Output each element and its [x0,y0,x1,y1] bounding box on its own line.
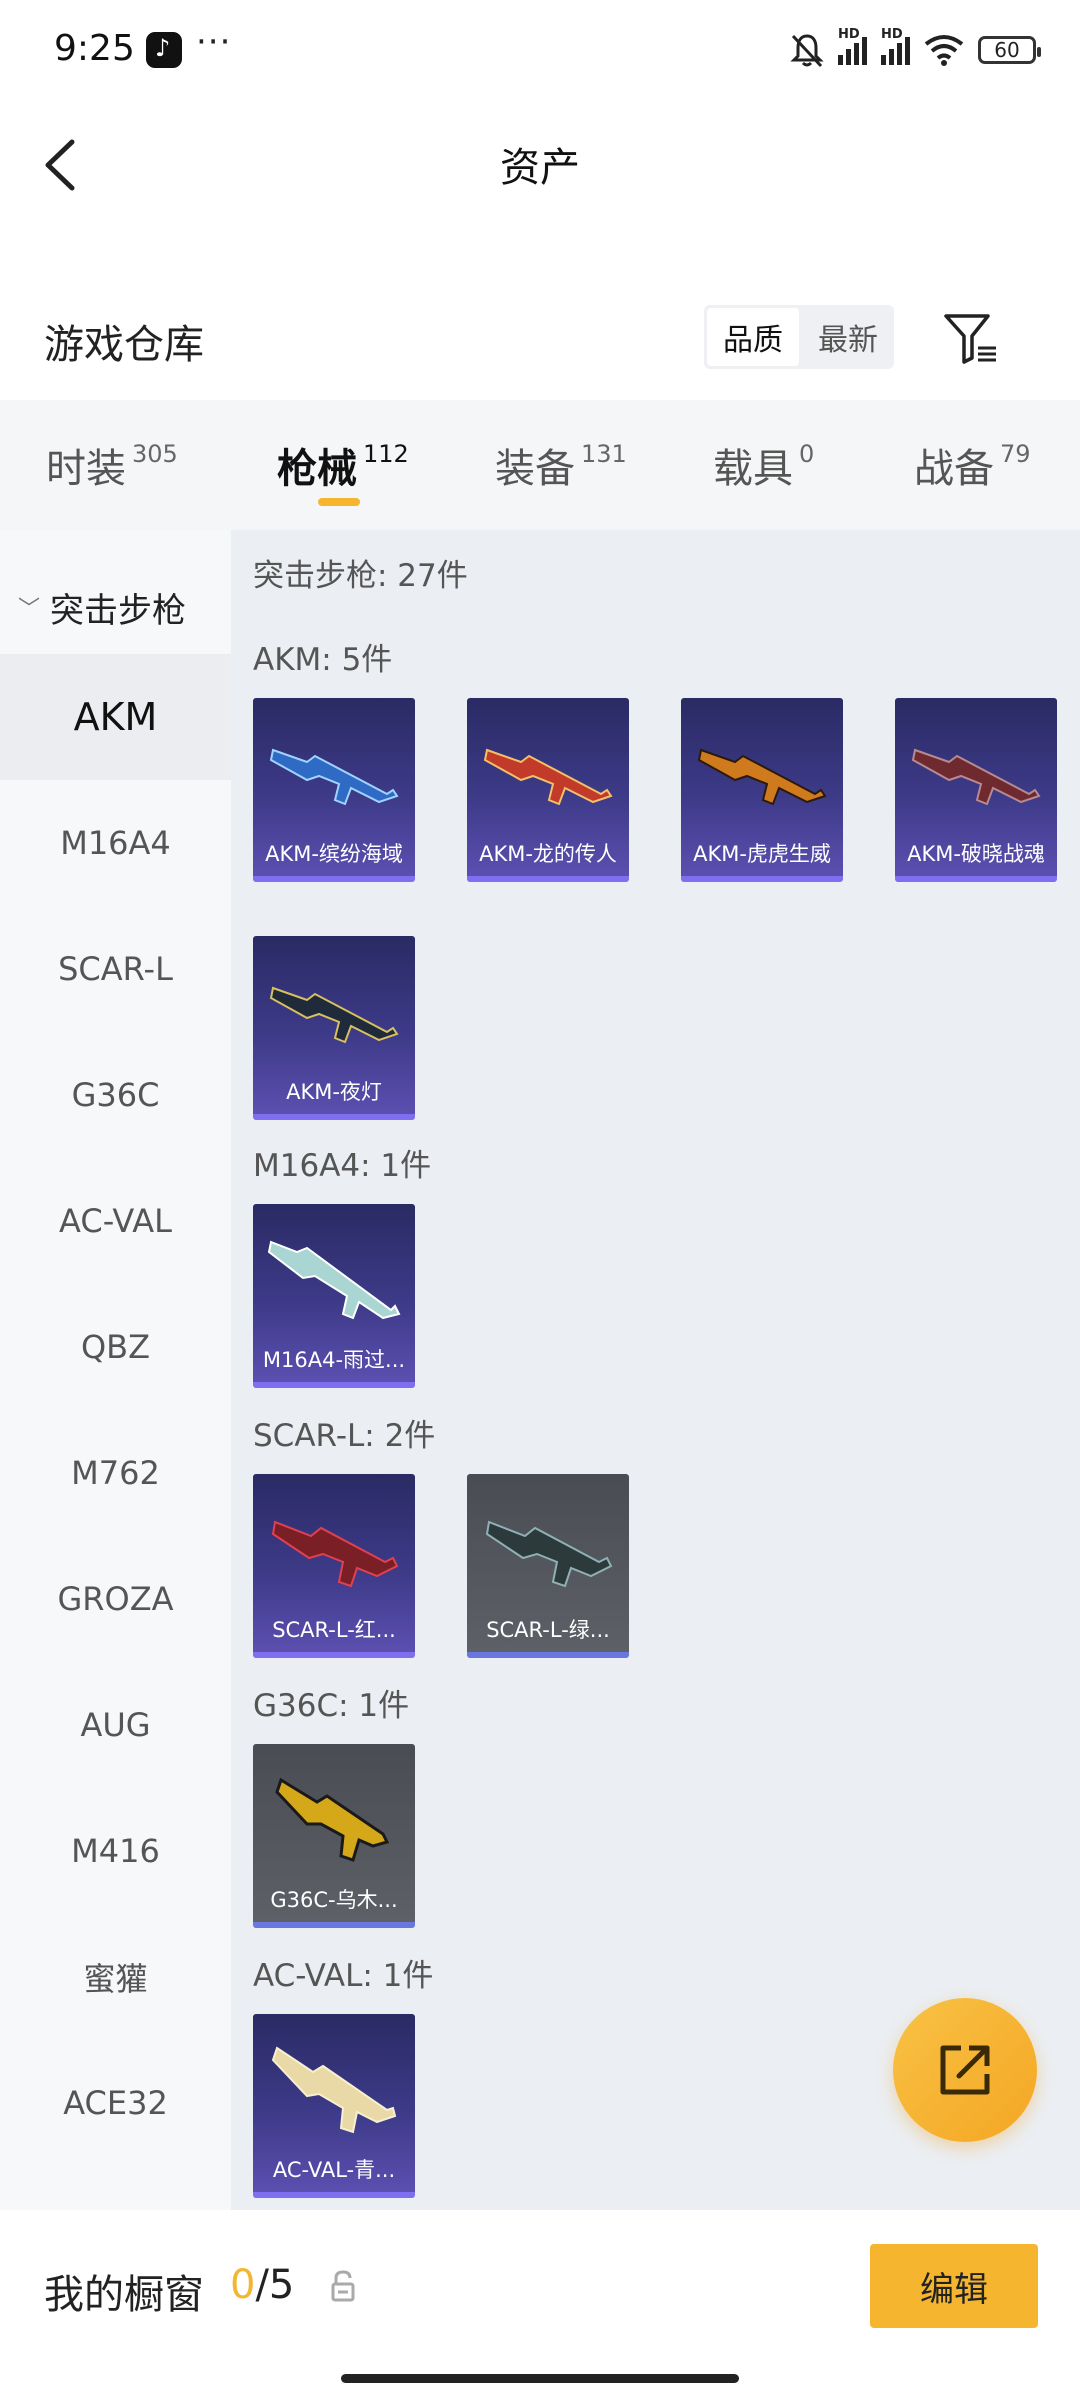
sidebar-item-scar-l[interactable]: SCAR-L [0,906,231,1032]
weapon-name: AKM-夜灯 [286,1080,382,1104]
weapon-name: AC-VAL-青... [272,2158,396,2182]
more-notifications-icon: ··· [196,22,232,62]
sidebar-item-ace32[interactable]: ACE32 [0,2040,231,2166]
weapon-grid: 突击步枪: 27件 AKM: 5件 AKM-缤纷海域 AKM-龙的传人 AKM-… [231,530,1080,2210]
rifle-skin-icon [697,748,827,806]
rifle-skin-icon [485,1520,613,1588]
rifle-skin-icon [483,748,613,806]
rifle-skin-icon [267,1240,401,1320]
home-indicator[interactable] [341,2374,739,2383]
category-tabs: 时装 305 枪械 112 装备 131 载具 0 战备 79 [0,400,1080,530]
rifle-skin-icon [271,2046,397,2134]
rifle-skin-icon [275,1777,390,1862]
sidebar-group-label: 突击步枪 [50,590,187,631]
sidebar-item-qbz[interactable]: QBZ [0,1284,231,1410]
chevron-down-icon: ﹀ [18,597,41,622]
weapon-card[interactable]: M16A4-雨过... [253,1204,415,1388]
battery-icon: 60 [978,36,1041,64]
group-label-scar-l: SCAR-L: 2件 [253,1418,436,1454]
weapon-name: G36C-乌木... [270,1888,398,1912]
group-label-akm: AKM: 5件 [253,642,393,678]
active-tab-indicator [318,498,360,506]
weapon-card[interactable]: SCAR-L-绿... [467,1474,629,1658]
sidebar-item-m16a4[interactable]: M16A4 [0,780,231,906]
tab-fashion[interactable]: 时装 305 [46,436,178,494]
sidebar-item-honey-badger[interactable]: 蜜獾 [0,1914,231,2040]
group-label-g36c: G36C: 1件 [253,1688,410,1724]
weapon-name: SCAR-L-绿... [486,1618,610,1642]
wifi-icon [924,35,964,66]
tab-combat-supplies[interactable]: 战备 79 [914,436,1031,494]
status-bar: 9:25 ··· HD HD 60 [0,0,1080,100]
status-icons: HD HD 60 [790,27,1041,72]
weapon-card[interactable]: AKM-虎虎生威 [681,698,843,882]
sidebar-item-groza[interactable]: GROZA [0,1536,231,1662]
sort-quality-button[interactable]: 品质 [707,308,799,366]
group-label-m16a4: M16A4: 1件 [253,1148,432,1184]
weapon-name: AKM-破晓战魂 [907,842,1045,866]
weapon-name: AKM-缤纷海域 [265,842,403,866]
rifle-skin-icon [911,748,1041,806]
tab-equipment[interactable]: 装备 131 [495,436,627,494]
sidebar-item-m762[interactable]: M762 [0,1410,231,1536]
weapon-card[interactable]: AKM-缤纷海域 [253,698,415,882]
showcase-count: 0/5 [230,2262,295,2308]
edit-button[interactable]: 编辑 [870,2244,1038,2328]
section-title: 游戏仓库 [44,322,204,368]
rifle-skin-icon [269,986,399,1044]
tab-vehicles[interactable]: 载具 0 [713,436,814,494]
weapon-name: M16A4-雨过... [262,1348,406,1372]
weapon-type-sidebar: ﹀ 突击步枪 AKM M16A4 SCAR-L G36C AC-VAL QBZ … [0,530,231,2210]
page-title: 资产 [500,145,580,191]
mute-bell-icon [790,34,824,68]
sidebar-group-assault-rifles[interactable]: ﹀ 突击步枪 [0,562,231,652]
sort-toggle[interactable]: 品质 最新 [704,305,894,369]
weapon-card[interactable]: SCAR-L-红... [253,1474,415,1658]
share-button[interactable] [893,1998,1037,2142]
weapon-card[interactable]: AKM-夜灯 [253,936,415,1120]
weapon-card[interactable]: AKM-龙的传人 [467,698,629,882]
tiktok-icon [146,32,182,68]
category-total-label: 突击步枪: 27件 [253,558,468,594]
sidebar-item-aug[interactable]: AUG [0,1662,231,1788]
weapon-name: SCAR-L-红... [272,1618,396,1642]
signal-2-icon: HD [881,27,910,65]
group-label-ac-val: AC-VAL: 1件 [253,1958,434,1994]
sidebar-item-g36c[interactable]: G36C [0,1032,231,1158]
weapon-name: AKM-虎虎生威 [693,842,831,866]
rifle-skin-icon [271,1520,399,1588]
signal-1-icon: HD [838,27,867,65]
sort-newest-button[interactable]: 最新 [802,305,894,369]
tab-firearms[interactable]: 枪械 112 [277,436,409,494]
weapon-card[interactable]: AKM-破晓战魂 [895,698,1057,882]
weapon-name: AKM-龙的传人 [479,842,617,866]
weapon-card[interactable]: AC-VAL-青... [253,2014,415,2198]
filter-icon[interactable] [940,308,1000,368]
share-icon [940,2045,990,2095]
showcase-label: 我的橱窗 [44,2272,204,2318]
status-time: 9:25 [54,28,135,69]
sidebar-item-ac-val[interactable]: AC-VAL [0,1158,231,1284]
sidebar-item-akm[interactable]: AKM [0,654,231,780]
sidebar-item-m416[interactable]: M416 [0,1788,231,1914]
weapon-card[interactable]: G36C-乌木... [253,1744,415,1928]
rifle-skin-icon [269,748,399,806]
lock-icon [331,2270,355,2302]
